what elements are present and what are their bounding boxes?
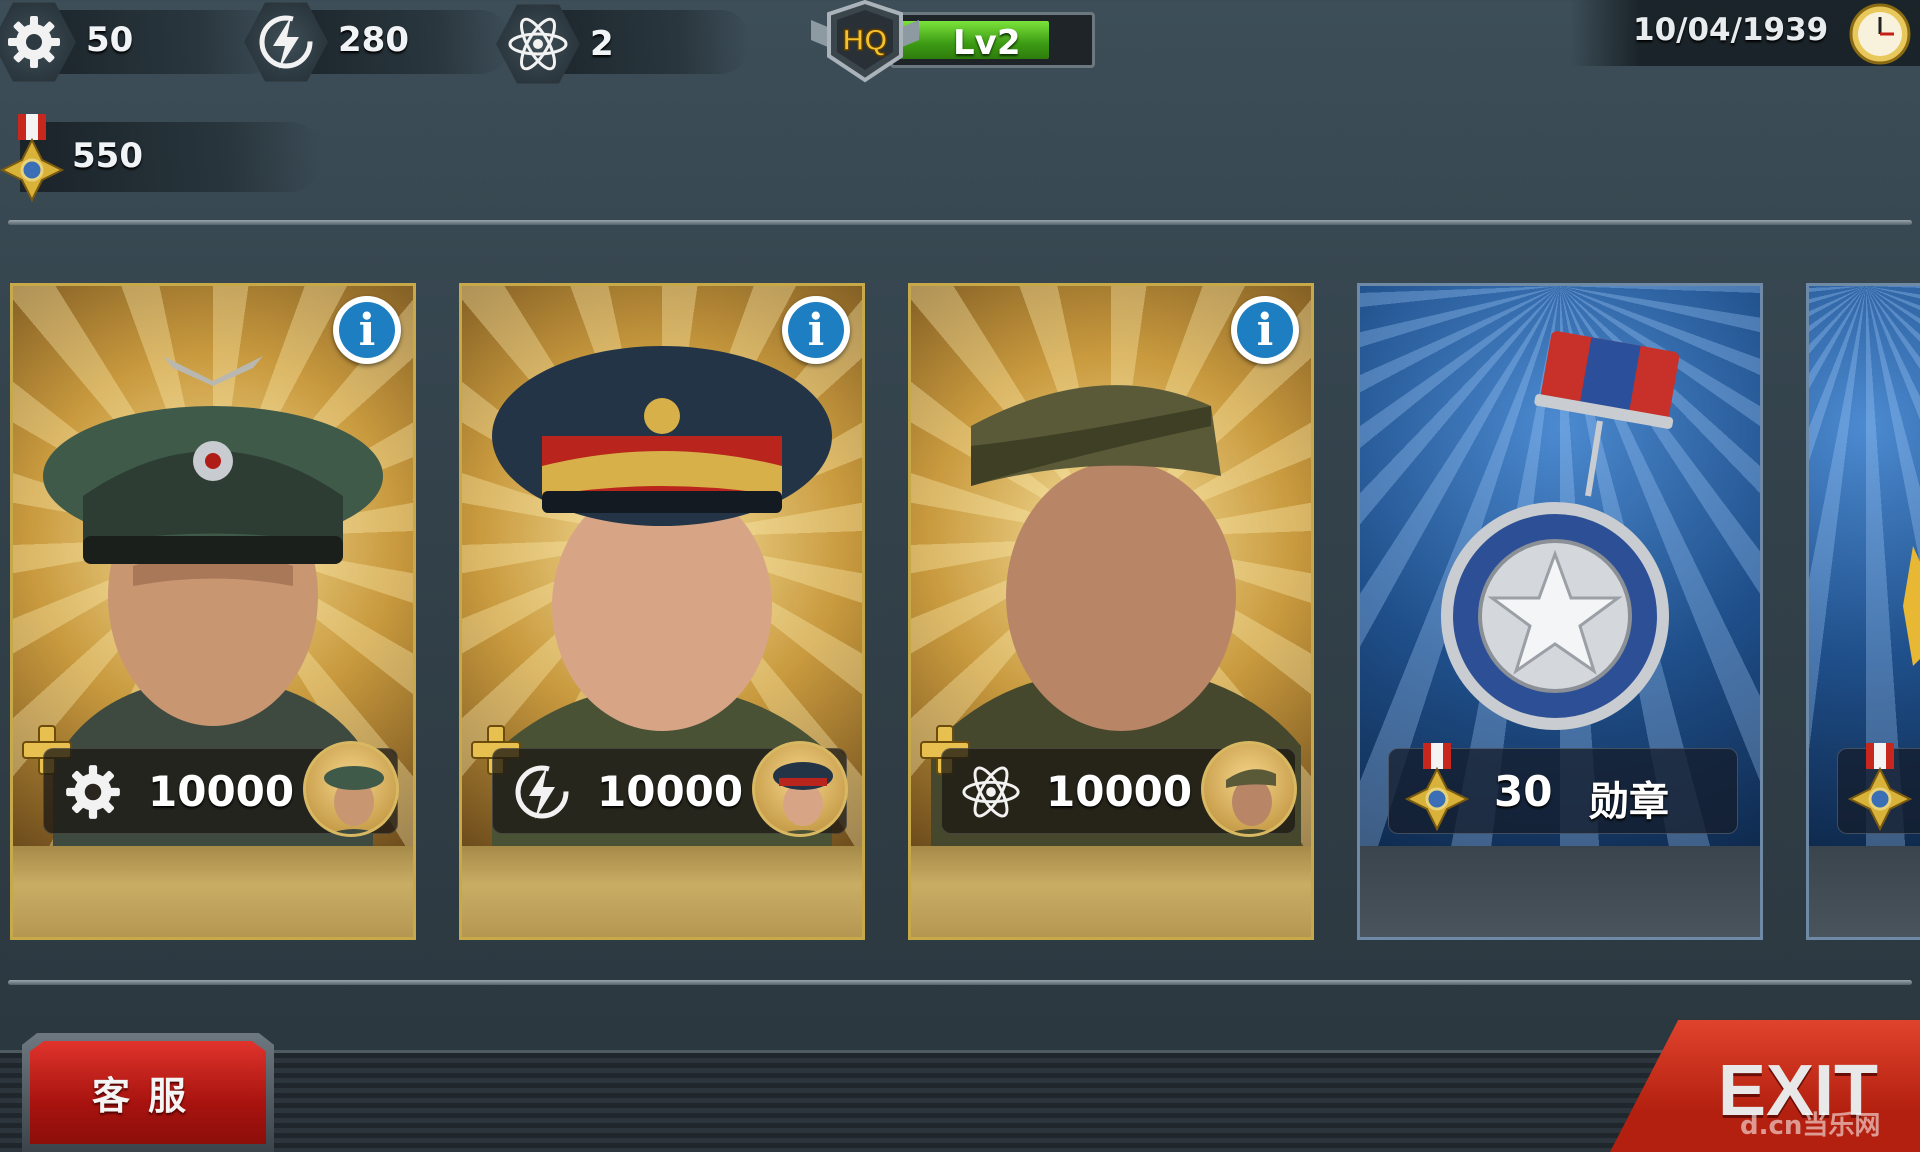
hq-badge-icon[interactable]: HQ xyxy=(805,0,925,84)
card-footer xyxy=(1809,846,1920,937)
medal-price-bar[interactable] xyxy=(1837,743,1920,834)
price-value: 10000 xyxy=(1046,767,1193,816)
gear-count: 50 xyxy=(86,20,134,60)
info-button[interactable]: i xyxy=(782,296,850,364)
card-footer xyxy=(911,846,1311,937)
lightning-icon xyxy=(515,765,569,819)
price-bar[interactable]: 10000 xyxy=(941,741,1297,837)
top-divider xyxy=(8,220,1912,225)
star-medal-artwork xyxy=(1903,546,1920,666)
hq-level-label: Lv2 xyxy=(953,23,1021,63)
price-value: 10000 xyxy=(597,767,744,816)
info-button[interactable]: i xyxy=(333,296,401,364)
hq-badge-text: HQ xyxy=(843,24,888,57)
medal-icon xyxy=(1848,743,1912,832)
info-button[interactable]: i xyxy=(1231,296,1299,364)
medal-price-bar[interactable]: 30 勋章 xyxy=(1388,743,1738,834)
general-avatar xyxy=(1201,741,1297,837)
watermark: d.cn当乐网 xyxy=(1740,1111,1881,1141)
card-footer xyxy=(1360,846,1760,937)
medal-card-partial[interactable] xyxy=(1806,283,1920,940)
medal-price-label: 勋章 xyxy=(1589,779,1669,825)
general-card-2[interactable]: i 10000 xyxy=(459,283,865,940)
price-bar[interactable]: 10000 xyxy=(43,741,399,837)
energy-count: 280 xyxy=(338,20,409,60)
medal-price-value: 30 xyxy=(1494,767,1553,816)
customer-service-label: 客服 xyxy=(91,1074,204,1118)
price-bar[interactable]: 10000 xyxy=(492,741,848,837)
medal-resource-bar xyxy=(20,122,320,192)
game-date: 10/04/1939 xyxy=(1633,12,1829,48)
card-footer xyxy=(462,846,862,937)
medal-icon xyxy=(0,112,65,204)
medal-card[interactable]: 30 勋章 xyxy=(1357,283,1763,940)
card-footer xyxy=(13,846,413,937)
atom-icon xyxy=(962,766,1020,818)
medal-icon xyxy=(1405,743,1469,832)
tech-count: 2 xyxy=(590,24,614,64)
medal-count: 550 xyxy=(72,136,143,176)
clock-icon[interactable] xyxy=(1848,2,1912,66)
general-card-1[interactable]: i 10000 xyxy=(10,283,416,940)
general-avatar xyxy=(303,741,399,837)
gear-icon xyxy=(66,765,120,819)
general-card-3[interactable]: i 10000 xyxy=(908,283,1314,940)
general-avatar xyxy=(752,741,848,837)
bottom-divider xyxy=(8,980,1912,985)
price-value: 10000 xyxy=(148,767,295,816)
customer-service-button[interactable]: 客服 xyxy=(22,1033,274,1152)
